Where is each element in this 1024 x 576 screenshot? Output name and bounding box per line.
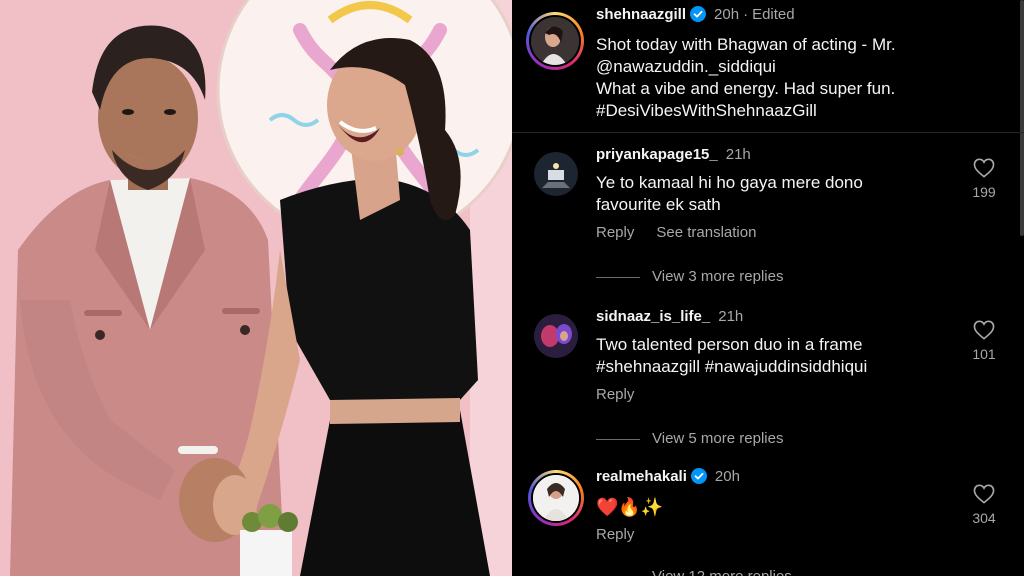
verified-badge-icon: [690, 6, 707, 22]
comment-actions: Reply: [596, 386, 634, 403]
view-replies-label: View 12 more replies: [652, 568, 792, 576]
comment-line: favourite ek sath: [596, 195, 721, 214]
heart-outline-icon: [973, 320, 995, 340]
comment-text: ❤️🔥✨: [596, 496, 663, 518]
avatar-image-icon: [533, 475, 579, 521]
view-replies-button[interactable]: View 3 more replies: [596, 268, 783, 285]
post-edited-label: Edited: [752, 6, 795, 23]
comment-time: 21h: [718, 308, 744, 325]
verified-badge-icon: [690, 468, 707, 484]
comment-author[interactable]: priyankapage15_ 21h: [596, 146, 751, 163]
see-translation-button[interactable]: See translation: [656, 224, 756, 241]
caption-line: What a vibe and energy. Had super fun.: [596, 79, 896, 98]
reply-button[interactable]: Reply: [596, 526, 634, 543]
comment-username[interactable]: sidnaaz_is_life_: [596, 308, 710, 325]
comment-actions: Reply: [596, 526, 634, 543]
photo-illustration: [0, 0, 512, 576]
comment-time: 21h: [725, 146, 751, 163]
replies-dash: [596, 276, 640, 278]
heart-outline-icon: [973, 484, 995, 504]
view-replies-button[interactable]: View 5 more replies: [596, 430, 783, 447]
comments-panel[interactable]: shehnaazgill 20h · Edited Shot today with B…: [512, 0, 1024, 576]
like-count: 199: [972, 184, 996, 200]
post-caption: Shot today with Bhagwan of acting - Mr. …: [596, 34, 896, 122]
comment-username[interactable]: realmehakali: [596, 468, 687, 485]
comment-time: 20h: [714, 468, 740, 485]
post-username[interactable]: shehnaazgill: [596, 6, 686, 23]
comment-username[interactable]: priyankapage15_: [596, 146, 718, 163]
caption-hashtag-link[interactable]: #DesiVibesWithShehnaazGill: [596, 100, 896, 122]
comment-line: Two talented person duo in a frame: [596, 335, 863, 354]
scrollbar[interactable]: [1020, 0, 1024, 236]
post-photo[interactable]: [0, 0, 512, 576]
post-author-avatar[interactable]: [526, 12, 584, 70]
divider: [512, 132, 1024, 133]
post-time: 20h: [714, 6, 740, 23]
comment-emoji-line: ❤️🔥✨: [596, 497, 664, 517]
avatar-image-icon: [531, 17, 579, 65]
comment-avatar[interactable]: [534, 314, 578, 358]
like-count: 304: [972, 510, 996, 526]
comment-author[interactable]: sidnaaz_is_life_ 21h: [596, 308, 743, 325]
caption-mention-link[interactable]: @nawazuddin._siddiqui: [596, 56, 896, 78]
comment-line: Ye to kamaal hi ho gaya mere dono: [596, 173, 863, 192]
comment-author[interactable]: realmehakali 20h: [596, 468, 740, 485]
like-button[interactable]: 199: [964, 158, 1004, 200]
avatar-image-icon: [534, 152, 578, 196]
heart-outline-icon: [973, 158, 995, 178]
comment-avatar[interactable]: [528, 470, 584, 526]
view-replies-button[interactable]: View 12 more replies: [596, 568, 792, 576]
view-replies-label: View 3 more replies: [652, 268, 784, 285]
reply-button[interactable]: Reply: [596, 386, 634, 403]
comment-avatar[interactable]: [534, 152, 578, 196]
post-author-name[interactable]: shehnaazgill 20h · Edited: [596, 6, 795, 23]
comment-hashtags[interactable]: #shehnaazgill #nawajuddinsiddhiqui: [596, 356, 867, 378]
like-button[interactable]: 304: [964, 484, 1004, 526]
comment-text: Ye to kamaal hi ho gaya mere dono favour…: [596, 172, 863, 216]
caption-line: Shot today with Bhagwan of acting - Mr.: [596, 35, 896, 54]
avatar-image-icon: [534, 314, 578, 358]
comment-actions: Reply See translation: [596, 224, 756, 241]
replies-dash: [596, 438, 640, 440]
view-replies-label: View 5 more replies: [652, 430, 784, 447]
comment-text: Two talented person duo in a frame #sheh…: [596, 334, 867, 378]
like-button[interactable]: 101: [964, 320, 1004, 362]
like-count: 101: [972, 346, 996, 362]
reply-button[interactable]: Reply: [596, 224, 634, 241]
post-dot: ·: [743, 6, 749, 23]
